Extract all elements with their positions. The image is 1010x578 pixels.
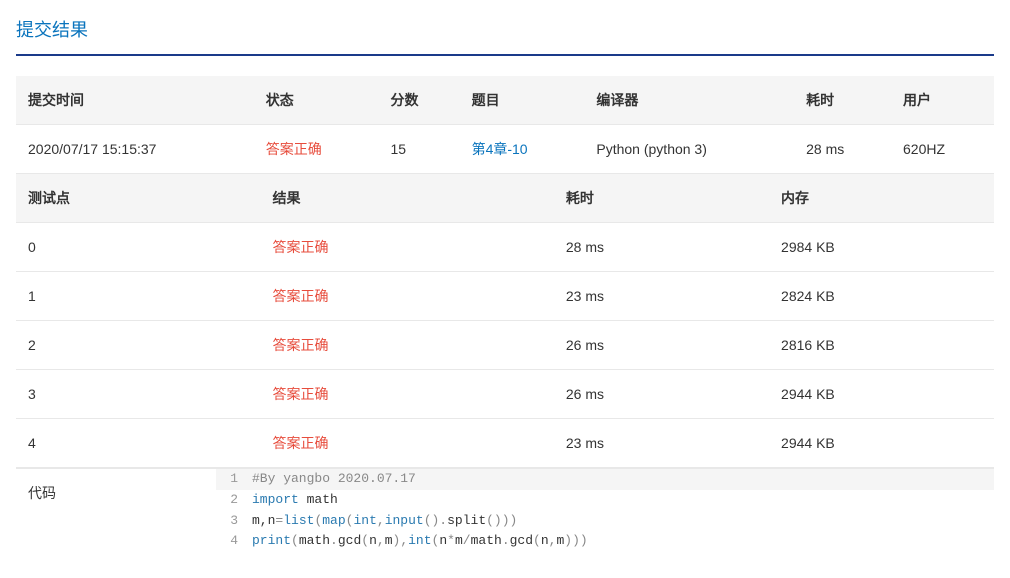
cell-testcase-id: 4 [16, 419, 261, 468]
testcase-row: 3答案正确26 ms2944 KB [16, 370, 994, 419]
col-memory: 内存 [769, 174, 994, 223]
testcase-row: 1答案正确23 ms2824 KB [16, 272, 994, 321]
col-status: 状态 [254, 76, 379, 125]
col-testcase: 测试点 [16, 174, 261, 223]
cell-memory: 2944 KB [769, 419, 994, 468]
cell-result: 答案正确 [261, 223, 554, 272]
testcase-row: 4答案正确23 ms2944 KB [16, 419, 994, 468]
testcase-table: 测试点 结果 耗时 内存 0答案正确28 ms2984 KB1答案正确23 ms… [16, 174, 994, 468]
line-content: #By yangbo 2020.07.17 [252, 469, 994, 490]
testcase-header-row: 测试点 结果 耗时 内存 [16, 174, 994, 223]
cell-result: 答案正确 [261, 272, 554, 321]
col-time: 耗时 [554, 174, 769, 223]
col-user: 用户 [891, 76, 994, 125]
cell-user: 620HZ [891, 125, 994, 174]
code-line: 1#By yangbo 2020.07.17 [216, 469, 994, 490]
line-number: 2 [216, 490, 252, 511]
cell-testcase-id: 0 [16, 223, 261, 272]
cell-time: 23 ms [554, 419, 769, 468]
summary-header-row: 提交时间 状态 分数 题目 编译器 耗时 用户 [16, 76, 994, 125]
col-result: 结果 [261, 174, 554, 223]
cell-time: 23 ms [554, 272, 769, 321]
cell-status: 答案正确 [254, 125, 379, 174]
cell-testcase-id: 1 [16, 272, 261, 321]
cell-time: 26 ms [554, 370, 769, 419]
cell-memory: 2816 KB [769, 321, 994, 370]
line-content: import math [252, 490, 994, 511]
code-line: 3m,n=list(map(int,input().split())) [216, 511, 994, 532]
cell-problem: 第4章-10 [460, 125, 585, 174]
testcase-row: 2答案正确26 ms2816 KB [16, 321, 994, 370]
summary-row: 2020/07/17 15:15:37 答案正确 15 第4章-10 Pytho… [16, 125, 994, 174]
cell-memory: 2944 KB [769, 370, 994, 419]
cell-time: 26 ms [554, 321, 769, 370]
cell-compiler: Python (python 3) [584, 125, 794, 174]
cell-memory: 2824 KB [769, 272, 994, 321]
cell-result: 答案正确 [261, 419, 554, 468]
cell-result: 答案正确 [261, 321, 554, 370]
line-number: 4 [216, 531, 252, 552]
cell-result: 答案正确 [261, 370, 554, 419]
col-submit-time: 提交时间 [16, 76, 254, 125]
code-label: 代码 [16, 468, 216, 552]
cell-time: 28 ms [554, 223, 769, 272]
problem-link[interactable]: 第4章-10 [472, 141, 528, 157]
cell-testcase-id: 2 [16, 321, 261, 370]
col-compiler: 编译器 [584, 76, 794, 125]
code-line: 4print(math.gcd(n,m),int(n*m/math.gcd(n,… [216, 531, 994, 552]
col-score: 分数 [379, 76, 460, 125]
summary-table: 提交时间 状态 分数 题目 编译器 耗时 用户 2020/07/17 15:15… [16, 76, 994, 174]
line-content: print(math.gcd(n,m),int(n*m/math.gcd(n,m… [252, 531, 994, 552]
page-title: 提交结果 [16, 16, 994, 56]
code-section: 代码 1#By yangbo 2020.07.172import math3m,… [16, 468, 994, 552]
col-problem: 题目 [460, 76, 585, 125]
testcase-row: 0答案正确28 ms2984 KB [16, 223, 994, 272]
cell-memory: 2984 KB [769, 223, 994, 272]
cell-testcase-id: 3 [16, 370, 261, 419]
line-number: 3 [216, 511, 252, 532]
col-time: 耗时 [794, 76, 891, 125]
code-line: 2import math [216, 490, 994, 511]
code-area: 1#By yangbo 2020.07.172import math3m,n=l… [216, 468, 994, 552]
cell-score: 15 [379, 125, 460, 174]
line-number: 1 [216, 469, 252, 490]
cell-time: 28 ms [794, 125, 891, 174]
cell-submit-time: 2020/07/17 15:15:37 [16, 125, 254, 174]
line-content: m,n=list(map(int,input().split())) [252, 511, 994, 532]
